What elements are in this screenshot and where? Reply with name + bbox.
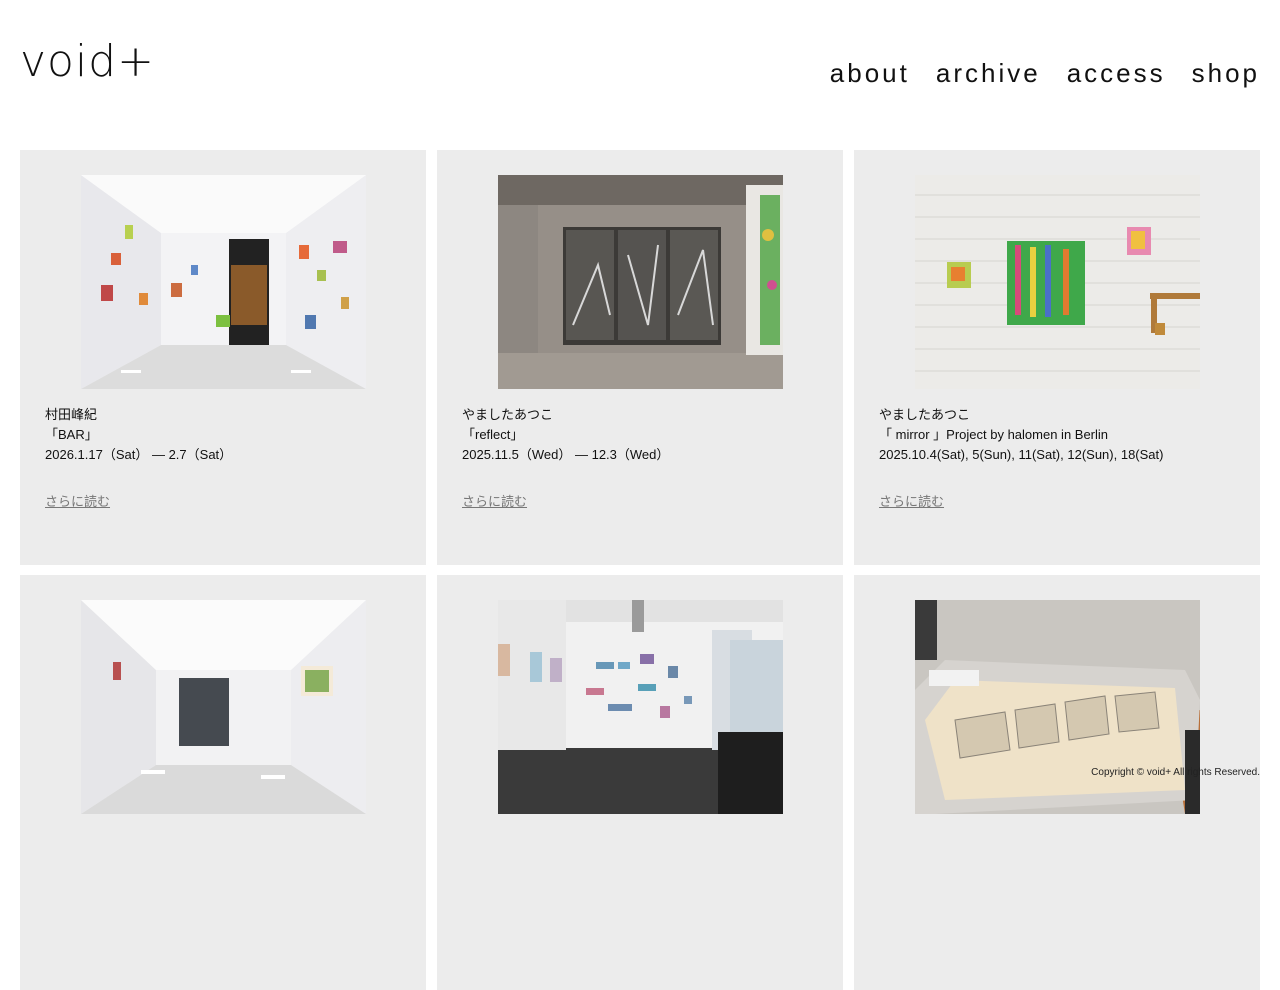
exhibition-thumbnail[interactable] [81,600,366,814]
exhibition-card[interactable] [854,575,1260,990]
exhibition-thumbnail[interactable] [498,175,783,389]
read-more-link[interactable]: さらに読む [879,491,944,510]
exhibition-thumbnail[interactable] [81,175,366,389]
artist-name: やましたあつこ [879,407,971,422]
exhibition-info: やましたあつこ 「 mirror 」Project by halomen in … [879,405,1163,465]
exhibition-card[interactable]: やましたあつこ 「 mirror 」Project by halomen in … [854,150,1260,565]
site-logo[interactable]: void+ [20,40,155,84]
artist-name: 村田峰紀 [45,407,98,422]
exhibition-thumbnail[interactable] [498,600,783,814]
exhibition-date: 2026.1.17（Sat） — 2.7（Sat） [45,447,233,462]
exhibition-date: 2025.11.5（Wed） — 12.3（Wed） [462,447,670,462]
exhibition-grid: 村田峰紀 「BAR」 2026.1.17（Sat） — 2.7（Sat） さらに… [20,150,1260,990]
main-nav: about archive access shop [830,58,1260,89]
exhibition-card[interactable]: 村田峰紀 「BAR」 2026.1.17（Sat） — 2.7（Sat） さらに… [20,150,426,565]
exhibition-title: 「BAR」 [45,427,98,442]
nav-shop[interactable]: shop [1192,58,1260,89]
exhibition-card[interactable] [437,575,843,990]
exhibition-thumbnail[interactable] [915,175,1200,389]
nav-archive[interactable]: archive [936,58,1041,89]
nav-access[interactable]: access [1067,58,1166,89]
read-more-link[interactable]: さらに読む [462,491,527,510]
exhibition-info: やましたあつこ 「reflect」 2025.11.5（Wed） — 12.3（… [462,405,669,465]
read-more-link[interactable]: さらに読む [45,491,110,510]
exhibition-title: 「 mirror 」Project by halomen in Berlin [879,427,1109,442]
exhibition-info: 村田峰紀 「BAR」 2026.1.17（Sat） — 2.7（Sat） [45,405,232,465]
exhibition-date: 2025.10.4(Sat), 5(Sun), 11(Sat), 12(Sun)… [879,447,1164,462]
exhibition-card[interactable] [20,575,426,990]
exhibition-card[interactable]: やましたあつこ 「reflect」 2025.11.5（Wed） — 12.3（… [437,150,843,565]
copyright-text: Copyright © void+ All rights Reserved. [1091,767,1260,778]
exhibition-title: 「reflect」 [462,427,524,442]
exhibition-thumbnail[interactable] [915,600,1200,814]
nav-about[interactable]: about [830,58,910,89]
artist-name: やましたあつこ [462,407,554,422]
